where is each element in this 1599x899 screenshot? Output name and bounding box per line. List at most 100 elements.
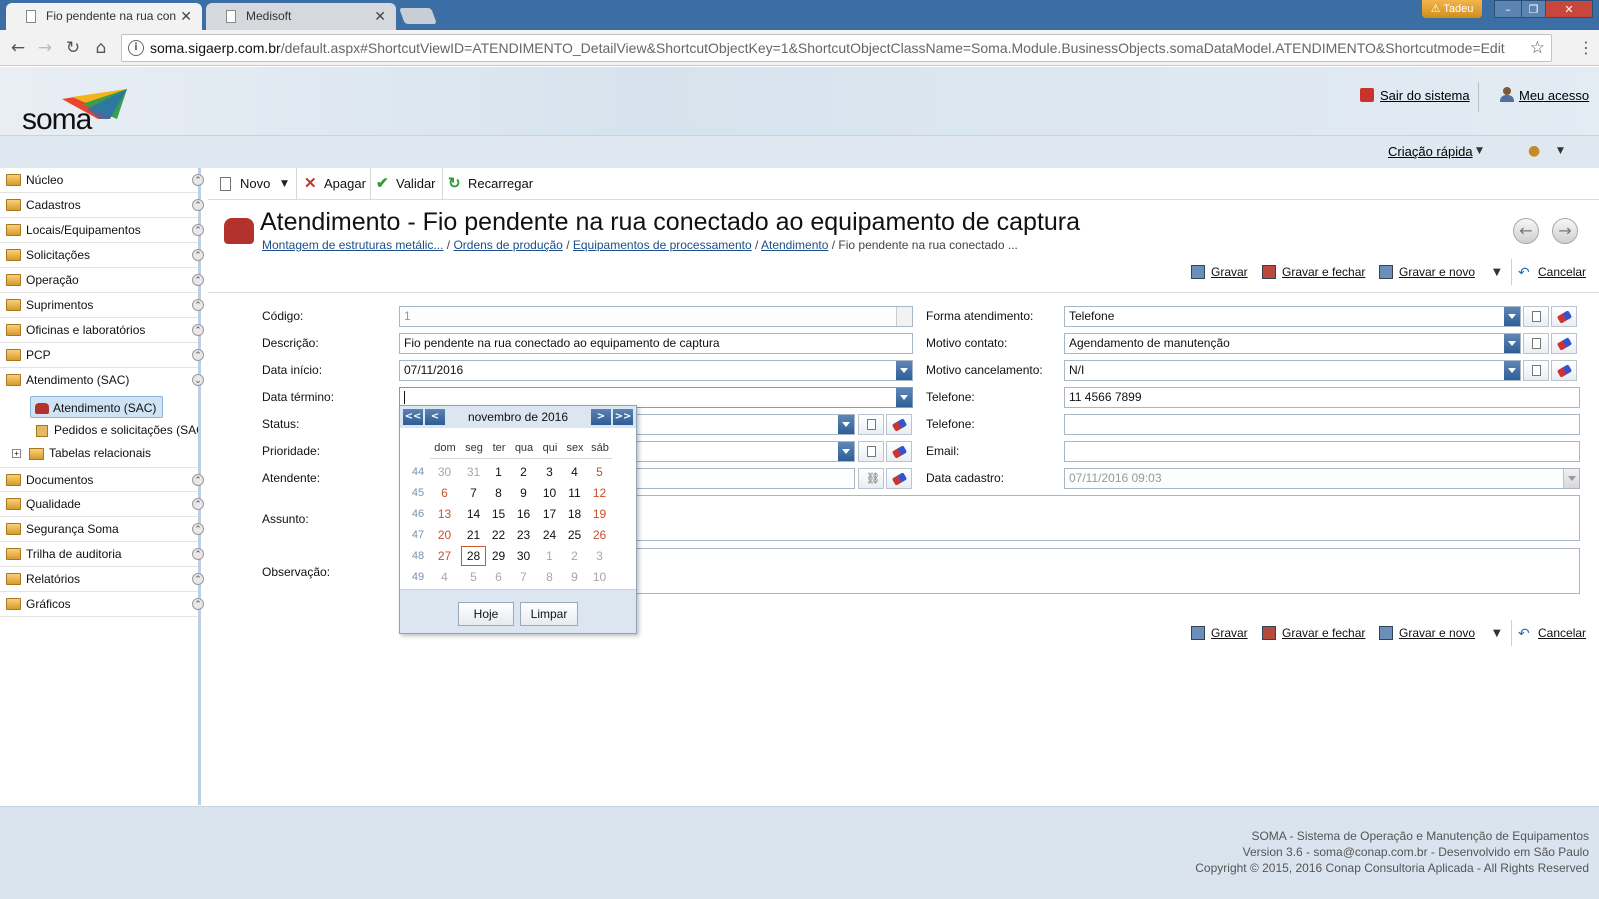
prev-month-button[interactable]: < xyxy=(425,409,445,425)
quick-create-link[interactable]: Criação rápida xyxy=(1388,144,1473,159)
calendar-day[interactable]: 26 xyxy=(587,525,612,545)
save-new-chevron-down-icon[interactable]: ▼ xyxy=(1493,267,1501,278)
collapse-icon[interactable]: ⌃ xyxy=(192,349,204,361)
forma-clear-button[interactable] xyxy=(1551,306,1577,327)
collapse-icon[interactable]: ⌃ xyxy=(192,324,204,336)
close-tab-icon[interactable]: ✕ xyxy=(180,3,192,30)
calendar-day[interactable]: 11 xyxy=(562,483,587,503)
save-new-button-bottom[interactable]: Gravar e novo xyxy=(1379,624,1475,642)
collapse-icon[interactable]: ⌃ xyxy=(192,199,204,211)
sidebar-item-pcp[interactable]: PCP ⌃ xyxy=(0,343,204,368)
save-new-chevron-down-icon[interactable]: ▼ xyxy=(1493,628,1501,639)
status-dropdown-icon[interactable] xyxy=(838,415,854,434)
motivo-contato-dropdown-icon[interactable] xyxy=(1504,334,1520,353)
sidebar-item-oficinas[interactable]: Oficinas e laboratórios ⌃ xyxy=(0,318,204,343)
sidebar-item-cadastros[interactable]: Cadastros ⌃ xyxy=(0,193,204,218)
sidebar-item-qualidade[interactable]: Qualidade ⌃ xyxy=(0,492,204,517)
calendar-day[interactable]: 6 xyxy=(486,567,511,587)
sidebar-item-nucleo[interactable]: Núcleo ⌃ xyxy=(0,168,204,193)
clear-button[interactable]: Limpar xyxy=(520,602,578,626)
validate-button[interactable]: ✔ Validar xyxy=(372,168,436,200)
status-new-button[interactable] xyxy=(858,414,884,435)
calendar-day[interactable]: 2 xyxy=(511,462,536,482)
info-icon[interactable]: i xyxy=(128,40,144,56)
calendar-day[interactable]: 6 xyxy=(432,483,457,503)
data-inicio-field[interactable]: 07/11/2016 xyxy=(399,360,913,381)
prioridade-dropdown-icon[interactable] xyxy=(838,442,854,461)
theme-palette-icon[interactable]: ● xyxy=(1528,143,1540,159)
calendar-day[interactable]: 18 xyxy=(562,504,587,524)
calendar-day[interactable]: 14 xyxy=(461,504,486,524)
calendar-day[interactable]: 8 xyxy=(537,567,562,587)
close-tab-icon[interactable]: ✕ xyxy=(374,3,386,30)
previous-record-arrow-icon[interactable]: ← xyxy=(1513,218,1539,244)
calendar-day[interactable]: 23 xyxy=(511,525,536,545)
breadcrumb-item[interactable]: Atendimento xyxy=(761,238,828,252)
collapse-icon[interactable]: ⌄ xyxy=(192,374,204,386)
save-button[interactable]: Gravar xyxy=(1191,263,1248,281)
date-dropdown-icon[interactable] xyxy=(896,388,912,407)
breadcrumb-item[interactable]: Ordens de produção xyxy=(453,238,562,252)
calendar-day[interactable]: 22 xyxy=(486,525,511,545)
collapse-icon[interactable]: ⌃ xyxy=(192,299,204,311)
minimize-button[interactable]: – xyxy=(1494,0,1522,18)
calendar-day[interactable]: 3 xyxy=(537,462,562,482)
calendar-day[interactable]: 20 xyxy=(432,525,457,545)
calendar-day[interactable]: 10 xyxy=(587,567,612,587)
breadcrumb-item[interactable]: Equipamentos de processamento xyxy=(573,238,752,252)
calendar-day[interactable]: 30 xyxy=(432,462,457,482)
motivo-cancelamento-select[interactable]: N/I xyxy=(1064,360,1521,381)
browser-tab-active[interactable]: Fio pendente na rua con ✕ xyxy=(6,3,202,30)
browser-user-chip[interactable]: ⚠ Tadeu xyxy=(1422,0,1482,18)
expand-plus-icon[interactable]: + xyxy=(12,449,21,459)
quick-create-chevron-down-icon[interactable]: ▼ xyxy=(1476,146,1483,156)
address-bar[interactable]: i soma.sigaerp.com.br/default.aspx#Short… xyxy=(121,34,1552,62)
next-month-button[interactable]: > xyxy=(591,409,611,425)
calendar-day[interactable]: 30 xyxy=(511,546,536,566)
next-year-button[interactable]: >> xyxy=(613,409,633,425)
sidebar-item-operacao[interactable]: Operação ⌃ xyxy=(0,268,204,293)
motivo-contato-clear-button[interactable] xyxy=(1551,333,1577,354)
telefone2-field[interactable] xyxy=(1064,414,1580,435)
collapse-icon[interactable]: ⌃ xyxy=(192,498,204,510)
forward-icon[interactable]: → xyxy=(35,38,55,58)
calendar-day[interactable]: 3 xyxy=(587,546,612,566)
date-dropdown-icon[interactable] xyxy=(896,361,912,380)
calendar-day[interactable]: 5 xyxy=(461,567,486,587)
calendar-day[interactable]: 19 xyxy=(587,504,612,524)
sidebar-item-graficos[interactable]: Gráficos ⌃ xyxy=(0,592,204,617)
sidebar-item-relatorios[interactable]: Relatórios ⌃ xyxy=(0,567,204,592)
atendente-lookup-button[interactable]: ⛓ xyxy=(858,468,884,489)
calendar-day[interactable]: 21 xyxy=(461,525,486,545)
cancel-button[interactable]: ↶ Cancelar xyxy=(1518,263,1586,281)
sidebar-item-locais[interactable]: Locais/Equipamentos ⌃ xyxy=(0,218,204,243)
calendar-day[interactable]: 12 xyxy=(587,483,612,503)
collapse-icon[interactable]: ⌃ xyxy=(192,573,204,585)
next-record-arrow-icon[interactable]: → xyxy=(1552,218,1578,244)
calendar-day[interactable]: 1 xyxy=(537,546,562,566)
bookmark-star-icon[interactable]: ☆ xyxy=(1530,38,1545,58)
calendar-day[interactable]: 9 xyxy=(511,483,536,503)
logout-link[interactable]: Sair do sistema xyxy=(1380,88,1470,103)
home-icon[interactable]: ⌂ xyxy=(91,38,111,58)
forma-dropdown-icon[interactable] xyxy=(1504,307,1520,326)
sidebar-item-atendimento[interactable]: Atendimento (SAC) ⌄ xyxy=(0,368,204,393)
calendar-day[interactable]: 29 xyxy=(486,546,511,566)
collapse-icon[interactable]: ⌃ xyxy=(192,224,204,236)
collapse-icon[interactable]: ⌃ xyxy=(192,474,204,486)
calendar-day[interactable]: 7 xyxy=(461,483,486,503)
motivo-cancel-dropdown-icon[interactable] xyxy=(1504,361,1520,380)
sidebar-item-documentos[interactable]: Documentos ⌃ xyxy=(0,467,204,492)
calendar-day[interactable]: 9 xyxy=(562,567,587,587)
new-chevron-down-icon[interactable]: ▼ xyxy=(281,179,288,189)
calendar-day[interactable]: 25 xyxy=(562,525,587,545)
cancel-button-bottom[interactable]: ↶ Cancelar xyxy=(1518,624,1586,642)
calendar-day[interactable]: 13 xyxy=(432,504,457,524)
prev-year-button[interactable]: << xyxy=(403,409,423,425)
sidebar-subitem-tabelas[interactable]: + Tabelas relacionais xyxy=(12,442,151,464)
calendar-day[interactable]: 4 xyxy=(562,462,587,482)
calendar-day[interactable]: 1 xyxy=(486,462,511,482)
calendar-day[interactable]: 7 xyxy=(511,567,536,587)
calendar-day[interactable]: 24 xyxy=(537,525,562,545)
prioridade-new-button[interactable] xyxy=(858,441,884,462)
